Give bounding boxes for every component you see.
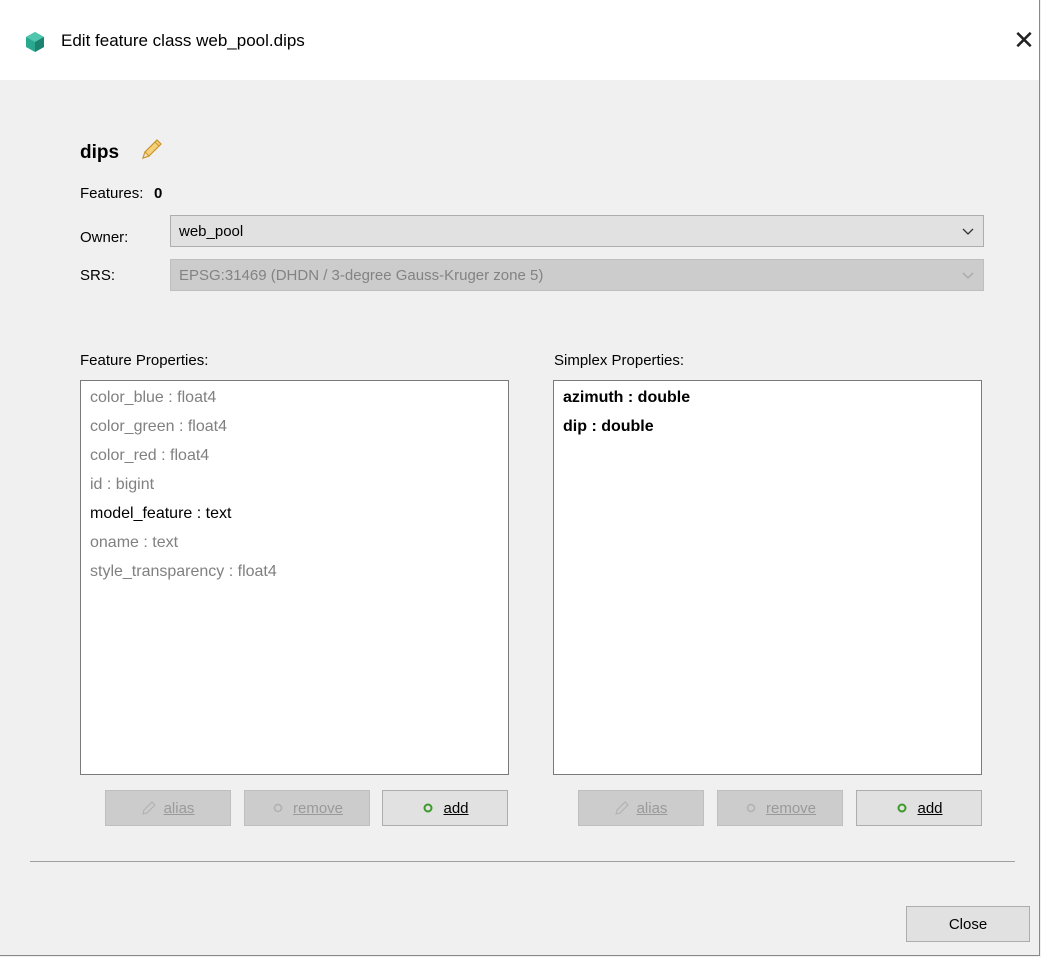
list-item[interactable]: azimuth : double (563, 389, 690, 407)
list-item[interactable]: id : bigint (90, 476, 154, 494)
simplex-properties-label: Simplex Properties: (554, 352, 685, 369)
edit-feature-class-dialog: Edit feature class web_pool.dips ✕ dips … (0, 0, 1040, 956)
remove-icon (273, 803, 283, 813)
feature-remove-button[interactable]: remove (244, 790, 370, 826)
list-item[interactable]: color_red : float4 (90, 447, 209, 465)
add-icon (423, 803, 433, 813)
list-item[interactable]: model_feature : text (90, 505, 231, 523)
window-close-button[interactable]: ✕ (1006, 24, 1041, 56)
simplex-properties-list[interactable]: azimuth : double dip : double (553, 380, 982, 775)
owner-label: Owner: (80, 229, 129, 246)
list-item[interactable]: style_transparency : float4 (90, 563, 277, 581)
feature-add-button[interactable]: add (382, 790, 508, 826)
simplex-add-button[interactable]: add (856, 790, 982, 826)
owner-select-value: web_pool (179, 223, 244, 240)
owner-select[interactable]: web_pool (170, 215, 984, 247)
feature-properties-label: Feature Properties: (80, 352, 209, 369)
srs-select: EPSG:31469 (DHDN / 3-degree Gauss-Kruger… (170, 259, 984, 291)
remove-icon (746, 803, 756, 813)
footer-separator (30, 861, 1015, 862)
add-icon (897, 803, 907, 813)
close-button[interactable]: Close (906, 906, 1030, 942)
app-logo-icon (26, 32, 44, 52)
window-title: Edit feature class web_pool.dips (61, 31, 305, 50)
simplex-alias-button[interactable]: alias (578, 790, 704, 826)
feature-alias-button[interactable]: alias (105, 790, 231, 826)
chevron-down-icon (962, 272, 974, 279)
list-item[interactable]: oname : text (90, 534, 178, 552)
features-count: 0 (154, 185, 163, 202)
features-label: Features: (80, 185, 144, 202)
list-item[interactable]: dip : double (563, 418, 654, 436)
list-item[interactable]: color_green : float4 (90, 418, 227, 436)
pencil-icon (614, 801, 629, 815)
srs-select-value: EPSG:31469 (DHDN / 3-degree Gauss-Kruger… (179, 267, 544, 284)
edit-name-pencil-icon[interactable] (138, 137, 164, 163)
pencil-icon (141, 801, 156, 815)
title-bar: Edit feature class web_pool.dips ✕ (0, 0, 1039, 80)
feature-properties-list[interactable]: color_blue : float4 color_green : float4… (80, 380, 509, 775)
chevron-down-icon (962, 228, 974, 235)
simplex-remove-button[interactable]: remove (717, 790, 843, 826)
feature-class-name: dips (80, 142, 120, 163)
srs-label: SRS: (80, 267, 116, 284)
list-item[interactable]: color_blue : float4 (90, 389, 216, 407)
